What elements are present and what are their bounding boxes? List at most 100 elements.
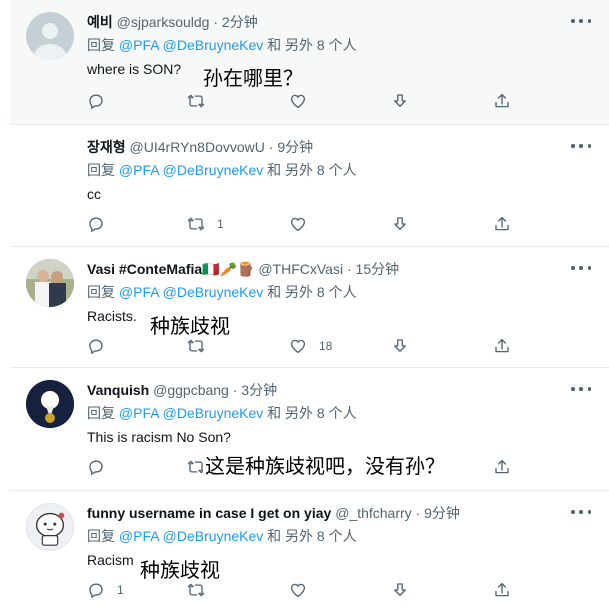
reply-suffix[interactable]: 和 另外 8 个人	[267, 37, 356, 53]
reply-suffix[interactable]: 和 另外 8 个人	[267, 405, 356, 421]
tweet[interactable]: Vanquish @ggpcbang · 3分钟 回复 @PFA @DeBruy…	[10, 368, 609, 491]
timestamp[interactable]: 3分钟	[241, 382, 277, 398]
download-button[interactable]	[391, 213, 409, 235]
tweet[interactable]: funny username in case I get on yiay @_t…	[10, 491, 609, 609]
retweet-icon	[187, 92, 205, 110]
like-icon	[289, 92, 307, 110]
tweet-actions: 18	[87, 335, 517, 357]
user-handle[interactable]: @ggpcbang	[153, 382, 229, 398]
timestamp[interactable]: 9分钟	[424, 505, 460, 521]
download-button[interactable]	[391, 335, 409, 357]
reply-context: 回复 @PFA @DeBruyneKev 和 另外 8 个人	[87, 283, 357, 301]
reply-context: 回复 @PFA @DeBruyneKev 和 另外 8 个人	[87, 161, 357, 179]
share-icon	[493, 337, 511, 355]
reply-icon	[87, 581, 105, 599]
tweet-header: Vasi #ConteMafia🇮🇹🥕🪵 @THFCxVasi · 15分钟	[87, 260, 399, 278]
reply-button[interactable]	[87, 213, 117, 235]
reply-button[interactable]	[87, 90, 117, 112]
like-button[interactable]	[289, 579, 319, 601]
reply-suffix[interactable]: 和 另外 8 个人	[267, 528, 356, 544]
download-icon	[391, 337, 409, 355]
timestamp[interactable]: 2分钟	[222, 14, 258, 30]
display-name[interactable]: Vanquish	[87, 382, 149, 398]
download-icon	[391, 581, 409, 599]
share-button[interactable]	[493, 579, 511, 601]
reply-suffix[interactable]: 和 另外 8 个人	[267, 284, 356, 300]
avatar[interactable]	[26, 259, 74, 307]
reply-prefix: 回复	[87, 528, 115, 544]
reply-icon	[87, 215, 105, 233]
reply-button[interactable]	[87, 456, 117, 478]
like-icon	[289, 581, 307, 599]
avatar[interactable]	[26, 503, 74, 551]
tweet-header: 예비 @sjparksouldg · 2分钟	[87, 13, 258, 31]
tweet-actions: 1	[87, 579, 517, 601]
share-icon	[493, 92, 511, 110]
tweet[interactable]: 장재형 @UI4rRYn8DovvowU · 9分钟 回复 @PFA @DeBr…	[10, 125, 609, 247]
reply-mentions[interactable]: @PFA @DeBruyneKev	[119, 528, 263, 544]
more-icon[interactable]	[571, 260, 591, 276]
reply-button[interactable]	[87, 335, 117, 357]
tweet-text: This is racism No Son?	[87, 429, 231, 445]
tweet[interactable]: 예비 @sjparksouldg · 2分钟 回复 @PFA @DeBruyne…	[10, 0, 609, 125]
tweet-text: Racists.	[87, 308, 137, 324]
like-button[interactable]	[289, 213, 319, 235]
user-handle[interactable]: @sjparksouldg	[117, 14, 210, 30]
reply-mentions[interactable]: @PFA @DeBruyneKev	[119, 405, 263, 421]
retweet-button[interactable]	[187, 335, 217, 357]
share-icon	[493, 581, 511, 599]
retweet-count: 1	[217, 217, 224, 231]
separator-dot: ·	[268, 139, 274, 155]
retweet-icon	[187, 337, 205, 355]
tweet-text: cc	[87, 186, 101, 202]
share-button[interactable]	[493, 213, 511, 235]
reply-mentions[interactable]: @PFA @DeBruyneKev	[119, 37, 263, 53]
more-icon[interactable]	[571, 504, 591, 520]
user-handle[interactable]: @_thfcharry	[335, 505, 411, 521]
reply-button[interactable]: 1	[87, 579, 124, 601]
display-name[interactable]: 장재형	[87, 139, 126, 155]
download-button[interactable]	[391, 90, 409, 112]
avatar-placeholder[interactable]	[26, 12, 74, 60]
download-button[interactable]	[391, 579, 409, 601]
share-button[interactable]	[493, 456, 511, 478]
user-handle[interactable]: @THFCxVasi	[258, 261, 343, 277]
timestamp[interactable]: 9分钟	[277, 139, 313, 155]
separator-dot: ·	[232, 382, 238, 398]
display-name[interactable]: Vasi #ConteMafia🇮🇹🥕🪵	[87, 261, 254, 277]
like-icon	[289, 215, 307, 233]
like-count: 18	[319, 339, 333, 353]
display-name[interactable]: 예비	[87, 14, 113, 30]
retweet-icon	[187, 215, 205, 233]
more-icon[interactable]	[571, 13, 591, 29]
reply-suffix[interactable]: 和 另外 8 个人	[267, 162, 356, 178]
more-icon[interactable]	[571, 381, 591, 397]
retweet-button[interactable]: 1	[187, 213, 224, 235]
reply-prefix: 回复	[87, 405, 115, 421]
tweet-header: 장재형 @UI4rRYn8DovvowU · 9分钟	[87, 138, 313, 156]
share-icon	[493, 458, 511, 476]
share-button[interactable]	[493, 90, 511, 112]
reply-count: 1	[117, 583, 124, 597]
translation-caption: 孙在哪里？	[203, 66, 303, 90]
like-button[interactable]: 18	[289, 335, 332, 357]
retweet-button[interactable]	[187, 579, 217, 601]
download-icon	[391, 92, 409, 110]
reply-prefix: 回复	[87, 284, 115, 300]
display-name[interactable]: funny username in case I get on yiay	[87, 505, 331, 521]
reply-prefix: 回复	[87, 162, 115, 178]
avatar[interactable]	[26, 380, 74, 428]
reply-mentions[interactable]: @PFA @DeBruyneKev	[119, 162, 263, 178]
share-button[interactable]	[493, 335, 511, 357]
translation-caption: 这是种族歧视吧，没有孙？	[203, 450, 447, 479]
reply-mentions[interactable]: @PFA @DeBruyneKev	[119, 284, 263, 300]
reply-icon	[87, 458, 105, 476]
like-button[interactable]	[289, 90, 319, 112]
retweet-button[interactable]	[187, 90, 217, 112]
tweet[interactable]: Vasi #ConteMafia🇮🇹🥕🪵 @THFCxVasi · 15分钟 回…	[10, 247, 609, 368]
download-icon	[391, 215, 409, 233]
more-icon[interactable]	[571, 138, 591, 154]
reply-context: 回复 @PFA @DeBruyneKev 和 另外 8 个人	[87, 527, 357, 545]
timestamp[interactable]: 15分钟	[356, 261, 400, 277]
user-handle[interactable]: @UI4rRYn8DovvowU	[130, 139, 265, 155]
